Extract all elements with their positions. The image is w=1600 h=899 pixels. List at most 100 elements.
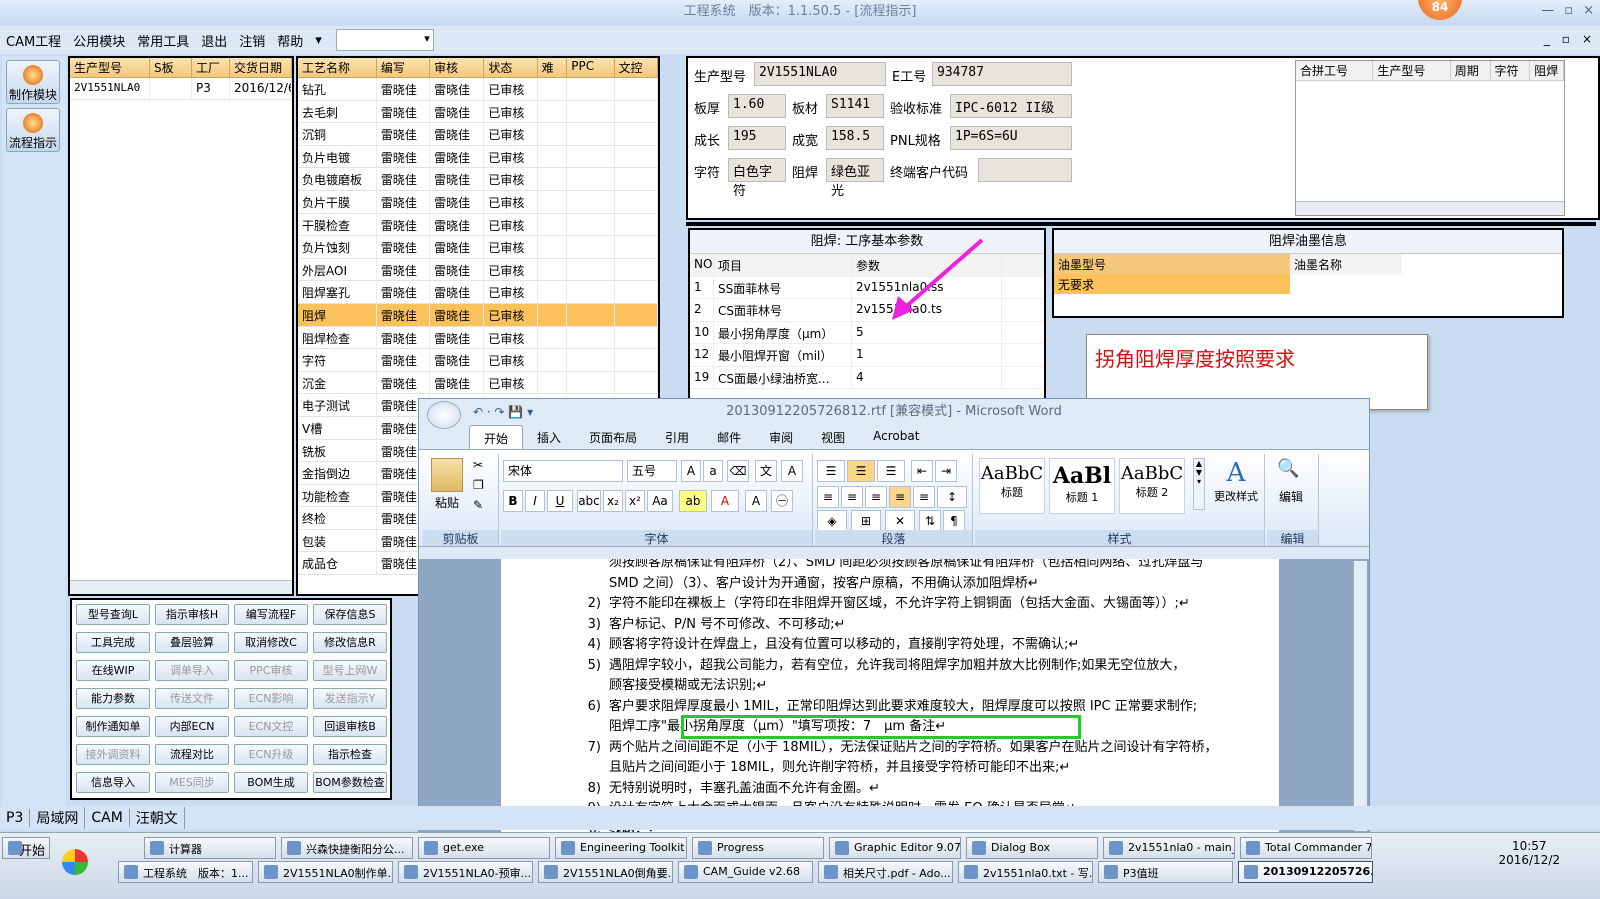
font-size-select[interactable]: 五号 [627, 460, 677, 482]
table-row[interactable]: 2V1551NLA0 P3 2016/12/6 [70, 78, 292, 100]
close-button[interactable]: × [1583, 3, 1594, 18]
col-no[interactable]: NO [690, 254, 714, 276]
action-button[interactable]: ECN升级 [234, 744, 308, 765]
font-name-select[interactable]: 宋体 [503, 460, 623, 482]
borders-icon[interactable]: ⊞ [851, 510, 881, 532]
minimize-button[interactable]: — [1541, 3, 1554, 18]
shrink-font-icon[interactable]: a [703, 460, 723, 482]
action-button[interactable]: 编写流程F [234, 604, 308, 625]
taskbar-button[interactable]: 计算器 [144, 837, 276, 859]
action-button[interactable]: 工具完成 [76, 632, 150, 653]
col-merge-model[interactable]: 生产型号 [1373, 61, 1451, 80]
table-row[interactable]: 字符 雷晓佳 雷晓佳 已审核 [298, 349, 658, 372]
action-button[interactable]: 调单导入 [155, 660, 229, 681]
cut-icon[interactable]: ✂ [473, 458, 483, 472]
table-row[interactable]: 钻孔 雷晓佳 雷晓佳 已审核 [298, 78, 658, 101]
table-row[interactable]: 阻焊塞孔 雷晓佳 雷晓佳 已审核 [298, 281, 658, 304]
action-button[interactable]: 发送指示Y [313, 688, 387, 709]
grow-font-icon[interactable]: A [681, 460, 701, 482]
windows-logo-icon[interactable] [62, 849, 88, 875]
model-field[interactable]: 2V1551NLA0 [754, 62, 886, 86]
char-border-icon[interactable]: A [781, 460, 803, 482]
menu-exit[interactable]: 退出 [195, 31, 233, 50]
mdi-close-button[interactable]: × [1582, 32, 1592, 46]
taskbar-button[interactable]: get.exe [418, 837, 550, 859]
quick-access-icon[interactable]: ↶ · ↷ 💾 ▾ [473, 399, 533, 425]
decrease-indent-icon[interactable]: ⇤ [911, 460, 933, 482]
col-factory[interactable]: 工厂 [192, 58, 230, 77]
material-field[interactable]: S1141 [826, 94, 884, 118]
action-button[interactable]: BOM参数检查 [313, 772, 387, 793]
multilevel-icon[interactable]: ☰ [877, 460, 905, 482]
action-button[interactable]: 流程对比 [155, 744, 229, 765]
col-status[interactable]: 状态 [484, 58, 538, 77]
col-date[interactable]: 交货日期 [230, 58, 292, 77]
justify-icon[interactable]: ≡ [889, 486, 911, 508]
e-field[interactable]: 934787 [932, 62, 1072, 86]
col-s[interactable]: S板 [150, 58, 192, 77]
bullets-icon[interactable]: ☰ [817, 460, 845, 482]
taskbar-button[interactable]: 2v1551nla0.txt - 写... [958, 861, 1093, 883]
align-left-icon[interactable]: ≡ [817, 486, 839, 508]
col-difficulty[interactable]: 难 [538, 58, 568, 77]
table-row[interactable]: 阻焊检查 雷晓佳 雷晓佳 已审核 [298, 326, 658, 350]
action-button[interactable]: 指示审核H [155, 604, 229, 625]
menu-overflow-icon[interactable]: ▾ [309, 33, 328, 48]
thickness-field[interactable]: 1.60 [728, 94, 786, 118]
subscript-icon[interactable]: x₂ [603, 490, 623, 512]
mdi-restore-button[interactable]: ▫ [1562, 32, 1570, 46]
orders-scrollbar[interactable] [70, 580, 292, 594]
increase-indent-icon[interactable]: ⇥ [935, 460, 957, 482]
action-button[interactable]: 叠层验算 [155, 632, 229, 653]
table-row[interactable]: 去毛刺 雷晓佳 雷晓佳 已审核 [298, 100, 658, 124]
col-merge-char[interactable]: 字符 [1490, 61, 1531, 80]
action-button[interactable]: 内部ECN [155, 716, 229, 737]
taskbar-button[interactable]: 2V1551NLA0-预审... [398, 861, 533, 883]
customer-code-field[interactable] [978, 158, 1072, 182]
clear-format-icon[interactable]: ⌫ [727, 460, 749, 482]
action-button[interactable]: 制作通知单 [76, 716, 150, 737]
enclose-char-icon[interactable]: ㊀ [771, 490, 793, 512]
edit-label[interactable]: 编辑 [1279, 488, 1303, 505]
table-row[interactable]: 无要求 [1054, 274, 1562, 294]
format-painter-icon[interactable]: ✎ [473, 498, 483, 512]
ribbon-tab[interactable]: 开始 [469, 425, 524, 449]
col-ppc[interactable]: PPC [567, 58, 615, 77]
nav-make-module[interactable]: 制作模块 [6, 60, 60, 104]
ribbon-tab[interactable]: 插入 [523, 425, 575, 449]
copy-icon[interactable]: ❐ [473, 478, 484, 492]
change-styles-button[interactable]: A 更改样式 [1209, 458, 1263, 518]
action-button[interactable]: 在线WIP [76, 660, 150, 681]
paste-label[interactable]: 粘贴 [435, 494, 459, 511]
taskbar-button[interactable]: Total Commander 7... [1240, 837, 1372, 859]
table-row[interactable]: 12 最小阻焊开窗（mil） 1 [690, 344, 1044, 367]
table-row[interactable]: 负片蚀刻 雷晓佳 雷晓佳 已审核 [298, 236, 658, 259]
mdi-minimize-button[interactable]: _ [1544, 32, 1550, 46]
highlight-icon[interactable]: ab [679, 490, 707, 512]
office-button-icon[interactable] [427, 401, 461, 429]
nav-process-guide[interactable]: 流程指示 [6, 108, 60, 152]
ribbon-tab[interactable]: 视图 [807, 425, 859, 449]
action-button[interactable]: 修改信息R [313, 632, 387, 653]
sort-icon[interactable]: ⇅ [919, 510, 941, 532]
merge-scrollbar[interactable] [1296, 201, 1564, 215]
taskbar-button[interactable]: Progress [692, 837, 824, 859]
col-process[interactable]: 工艺名称 [298, 58, 377, 77]
taskbar-button[interactable]: Graphic Editor 9.07... [829, 837, 961, 859]
col-author[interactable]: 编写 [377, 58, 431, 77]
pnl-field[interactable]: 1P=6S=6U [950, 126, 1072, 150]
menu-cam[interactable]: CAM工程 [0, 31, 67, 50]
taskbar-button[interactable]: 2v1551nla0 - main_qa [1103, 837, 1235, 859]
table-row[interactable]: 沉金 雷晓佳 雷晓佳 已审核 [298, 371, 658, 395]
action-button[interactable]: 保存信息S [313, 604, 387, 625]
taskbar-button[interactable]: 兴森快捷衡阳分公... [281, 837, 413, 859]
action-button[interactable]: MES同步 [155, 772, 229, 793]
asian-layout-icon[interactable]: ✕ [885, 510, 915, 532]
action-button[interactable]: 接外调资料 [76, 744, 150, 765]
align-center-icon[interactable]: ≡ [841, 486, 863, 508]
ribbon-tab[interactable]: 审阅 [755, 425, 807, 449]
action-button[interactable]: PPC审核 [234, 660, 308, 681]
italic-icon[interactable]: I [525, 490, 545, 512]
table-row[interactable]: 19 CS面最小绿油桥宽... 4 [690, 366, 1044, 389]
table-row[interactable]: 负片电镀 雷晓佳 雷晓佳 已审核 [298, 145, 658, 169]
